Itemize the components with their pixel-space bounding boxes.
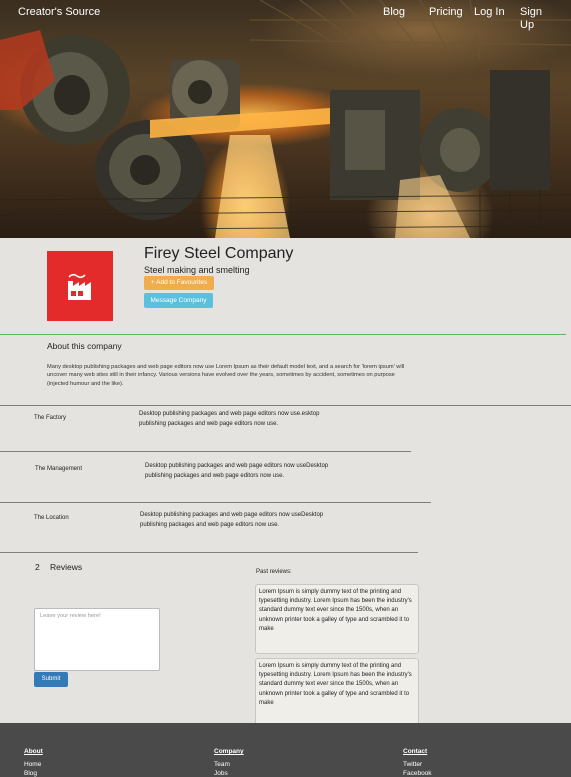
about-text: Many desktop publishing packages and web…: [47, 364, 405, 387]
add-to-favourites-button[interactable]: + Add to Favourites: [144, 276, 214, 290]
management-label: The Management: [35, 466, 83, 472]
footer: [0, 723, 571, 777]
footer-link-facebook[interactable]: Facebook: [403, 770, 432, 777]
review-card: Lorem Ipsum is simply dummy text of the …: [255, 584, 419, 654]
nav-pricing[interactable]: Pricing: [429, 6, 463, 19]
review-text: Lorem Ipsum is simply dummy text of the …: [259, 663, 412, 706]
location-label: The Location: [34, 515, 69, 521]
submit-review-button[interactable]: Submit: [34, 672, 68, 687]
factory-text: Desktop publishing packages and web page…: [139, 411, 320, 427]
review-input[interactable]: [34, 608, 160, 671]
footer-link-twitter[interactable]: Twitter: [403, 761, 422, 768]
review-count: 2: [35, 562, 40, 572]
footer-heading-contact[interactable]: Contact: [403, 748, 427, 755]
footer-link-home[interactable]: Home: [24, 761, 41, 768]
steel-mill-photo: [0, 0, 571, 238]
review-text: Lorem Ipsum is simply dummy text of the …: [259, 589, 412, 632]
footer-link-blog[interactable]: Blog: [24, 770, 37, 777]
factory-icon: [68, 273, 91, 300]
footer-link-jobs[interactable]: Jobs: [214, 770, 228, 777]
nav-signup[interactable]: Sign Up: [520, 6, 550, 32]
about-heading: About this company: [47, 341, 122, 351]
nav-blog[interactable]: Blog: [383, 6, 405, 19]
row-divider: [0, 552, 418, 553]
reviews-heading: Reviews: [50, 562, 83, 572]
review-card: Lorem Ipsum is simply dummy text of the …: [255, 658, 419, 728]
row-divider: [0, 405, 571, 406]
row-divider: [0, 502, 431, 503]
location-text: Desktop publishing packages and web page…: [140, 512, 324, 528]
management-text: Desktop publishing packages and web page…: [145, 463, 329, 479]
footer-heading-company[interactable]: Company: [214, 748, 244, 755]
company-name: Firey Steel Company: [144, 245, 294, 262]
company-logo: [47, 251, 113, 321]
section-divider: [0, 334, 566, 335]
brand-logo-text[interactable]: Creator's Source: [18, 6, 100, 18]
past-reviews-label: Past reviews:: [256, 569, 292, 575]
message-company-button[interactable]: Message Company: [144, 293, 213, 308]
nav-login[interactable]: Log In: [474, 6, 505, 19]
footer-link-team[interactable]: Team: [214, 761, 230, 768]
factory-label: The Factory: [34, 415, 67, 421]
footer-heading-about[interactable]: About: [24, 748, 43, 755]
hero-banner: Creator's Source Blog Pricing Log In Sig…: [0, 0, 571, 238]
row-divider: [0, 451, 411, 452]
company-tagline: Steel making and smelting: [144, 265, 250, 275]
